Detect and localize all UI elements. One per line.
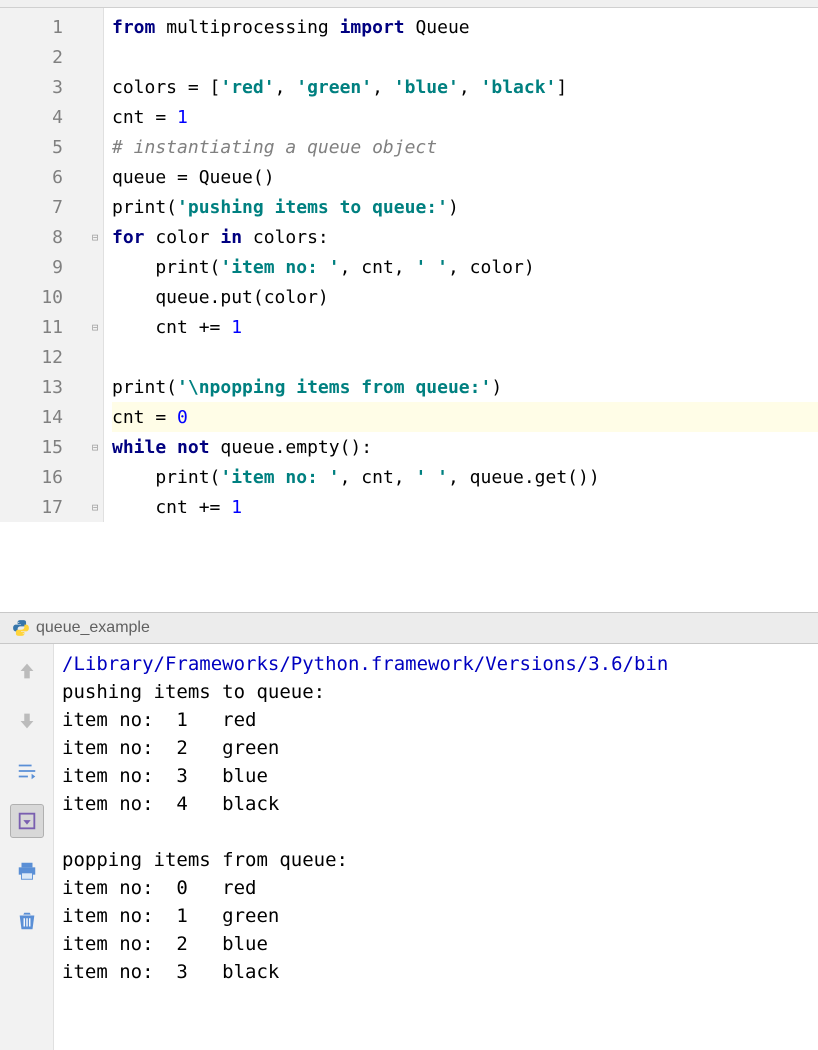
code-line[interactable]: # instantiating a queue object (112, 132, 818, 162)
scroll-to-end-button[interactable] (10, 804, 44, 838)
arrow-down-button[interactable] (10, 704, 44, 738)
console-line: item no: 1 green (62, 902, 810, 930)
line-number: 10 (0, 282, 103, 312)
code-line[interactable]: queue.put(color) (112, 282, 818, 312)
console-pane: /Library/Frameworks/Python.framework/Ver… (0, 644, 818, 1050)
console-tab-label[interactable]: queue_example (36, 619, 150, 637)
line-number: 8⊟ (0, 222, 103, 252)
console-tab-bar: queue_example (0, 612, 818, 644)
line-number: 9 (0, 252, 103, 282)
code-line[interactable]: print('item no: ', cnt, ' ', color) (112, 252, 818, 282)
console-line: popping items from queue: (62, 846, 810, 874)
soft-wrap-button[interactable] (10, 754, 44, 788)
line-number: 16 (0, 462, 103, 492)
console-toolbar (0, 644, 54, 1050)
line-number: 4 (0, 102, 103, 132)
code-line[interactable]: cnt = 1 (112, 102, 818, 132)
code-line[interactable]: queue = Queue() (112, 162, 818, 192)
console-output[interactable]: /Library/Frameworks/Python.framework/Ver… (54, 644, 818, 1050)
console-line: item no: 2 green (62, 734, 810, 762)
console-line (62, 818, 810, 846)
fold-open-icon[interactable]: ⊟ (89, 441, 101, 453)
line-number: 11⊟ (0, 312, 103, 342)
code-line[interactable]: colors = ['red', 'green', 'blue', 'black… (112, 72, 818, 102)
interpreter-path: /Library/Frameworks/Python.framework/Ver… (62, 650, 810, 678)
arrow-up-button[interactable] (10, 654, 44, 688)
code-line[interactable]: print('\npopping items from queue:') (112, 372, 818, 402)
line-number: 5 (0, 132, 103, 162)
line-number: 13 (0, 372, 103, 402)
window-top-bar (0, 0, 818, 8)
trash-button[interactable] (10, 904, 44, 938)
editor-bottom-space (0, 522, 818, 612)
code-line[interactable]: cnt += 1 (112, 492, 818, 522)
line-number-gutter: 12345678⊟91011⊟12131415⊟1617⊟ (0, 8, 104, 522)
code-line[interactable]: print('pushing items to queue:') (112, 192, 818, 222)
code-line[interactable]: while not queue.empty(): (112, 432, 818, 462)
fold-close-icon[interactable]: ⊟ (89, 321, 101, 333)
line-number: 6 (0, 162, 103, 192)
line-number: 7 (0, 192, 103, 222)
line-number: 15⊟ (0, 432, 103, 462)
editor-pane: 12345678⊟91011⊟12131415⊟1617⊟ from multi… (0, 8, 818, 522)
console-line: item no: 4 black (62, 790, 810, 818)
code-line[interactable]: print('item no: ', cnt, ' ', queue.get()… (112, 462, 818, 492)
fold-close-icon[interactable]: ⊟ (89, 501, 101, 513)
line-number: 1 (0, 12, 103, 42)
console-line: item no: 1 red (62, 706, 810, 734)
code-area[interactable]: from multiprocessing import Queue colors … (104, 8, 818, 522)
console-line: pushing items to queue: (62, 678, 810, 706)
print-button[interactable] (10, 854, 44, 888)
code-line[interactable]: cnt = 0 (112, 402, 818, 432)
console-line: item no: 2 blue (62, 930, 810, 958)
code-line[interactable] (112, 42, 818, 72)
python-file-icon (12, 619, 30, 637)
console-line: item no: 3 black (62, 958, 810, 986)
line-number: 14 (0, 402, 103, 432)
code-line[interactable]: cnt += 1 (112, 312, 818, 342)
code-line[interactable] (112, 342, 818, 372)
line-number: 2 (0, 42, 103, 72)
line-number: 12 (0, 342, 103, 372)
fold-open-icon[interactable]: ⊟ (89, 231, 101, 243)
console-line: item no: 0 red (62, 874, 810, 902)
code-line[interactable]: for color in colors: (112, 222, 818, 252)
console-line: item no: 3 blue (62, 762, 810, 790)
code-line[interactable]: from multiprocessing import Queue (112, 12, 818, 42)
line-number: 17⊟ (0, 492, 103, 522)
line-number: 3 (0, 72, 103, 102)
